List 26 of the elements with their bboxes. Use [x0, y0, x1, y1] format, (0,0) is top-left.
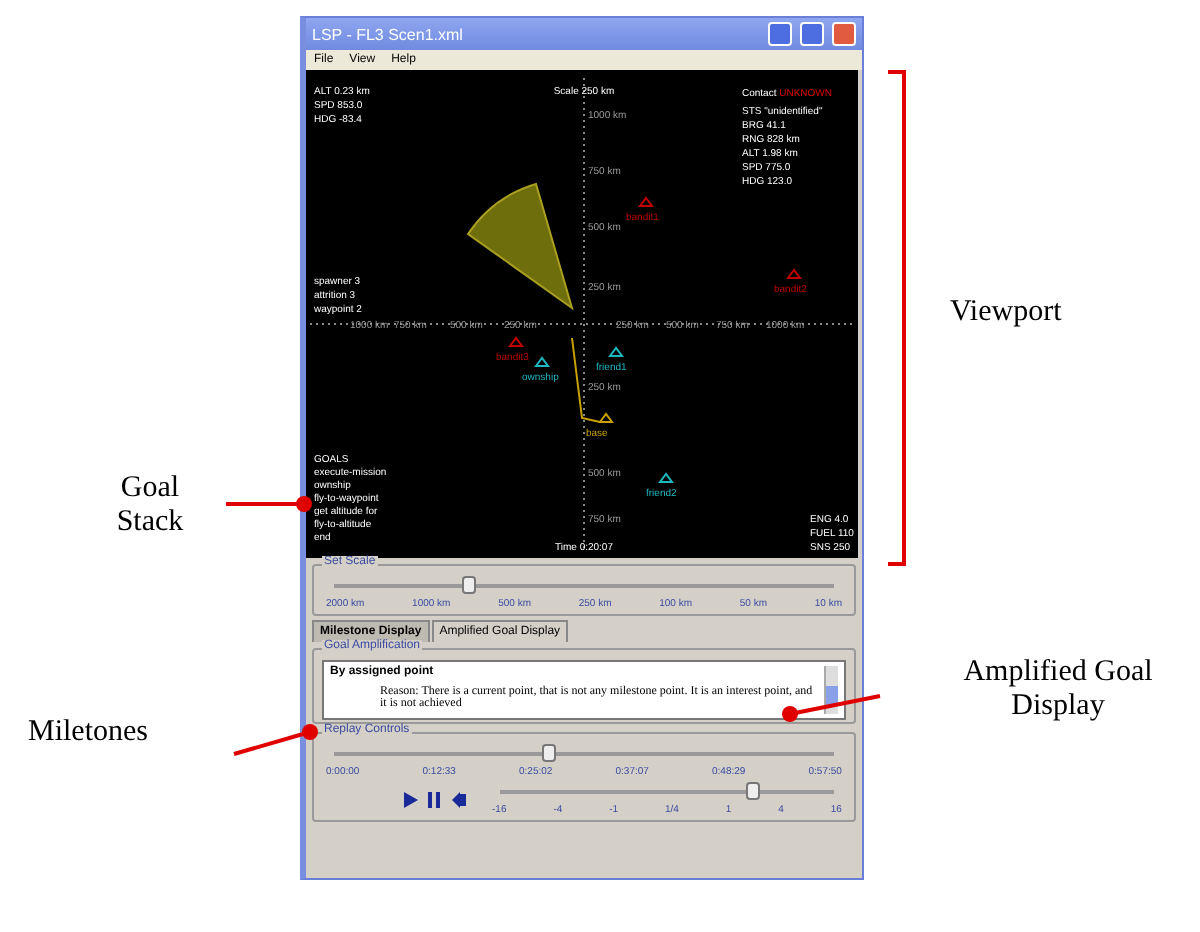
play-icon[interactable] — [402, 789, 420, 809]
callout-label: Goal Stack — [114, 472, 186, 540]
track-marker — [508, 336, 524, 347]
leader-line — [782, 694, 881, 722]
track-marker — [658, 472, 674, 483]
rewind-icon[interactable] — [450, 789, 468, 809]
sensor-sector — [467, 183, 573, 309]
maximize-button[interactable] — [800, 22, 824, 46]
slider-thumb[interactable] — [541, 744, 555, 762]
track-marker — [786, 268, 802, 279]
leader-line — [226, 496, 312, 512]
leader-line — [233, 724, 318, 756]
track-marker — [608, 346, 624, 357]
track-marker — [638, 196, 654, 207]
callout-label: Miletones — [28, 716, 148, 750]
track-marker — [534, 356, 550, 367]
minimize-button[interactable] — [768, 22, 792, 46]
slider-thumb[interactable] — [461, 576, 475, 594]
slider-thumb[interactable] — [745, 782, 760, 800]
track-marker — [598, 412, 614, 423]
callout-label: Amplified Goal Display — [961, 656, 1155, 724]
window-title: LSP - FL3 Scen1.xml — [312, 25, 465, 43]
callout-label: Viewport — [950, 296, 1062, 330]
pause-icon[interactable] — [426, 789, 444, 809]
close-button[interactable] — [832, 22, 856, 46]
scrollbar[interactable] — [824, 666, 838, 714]
